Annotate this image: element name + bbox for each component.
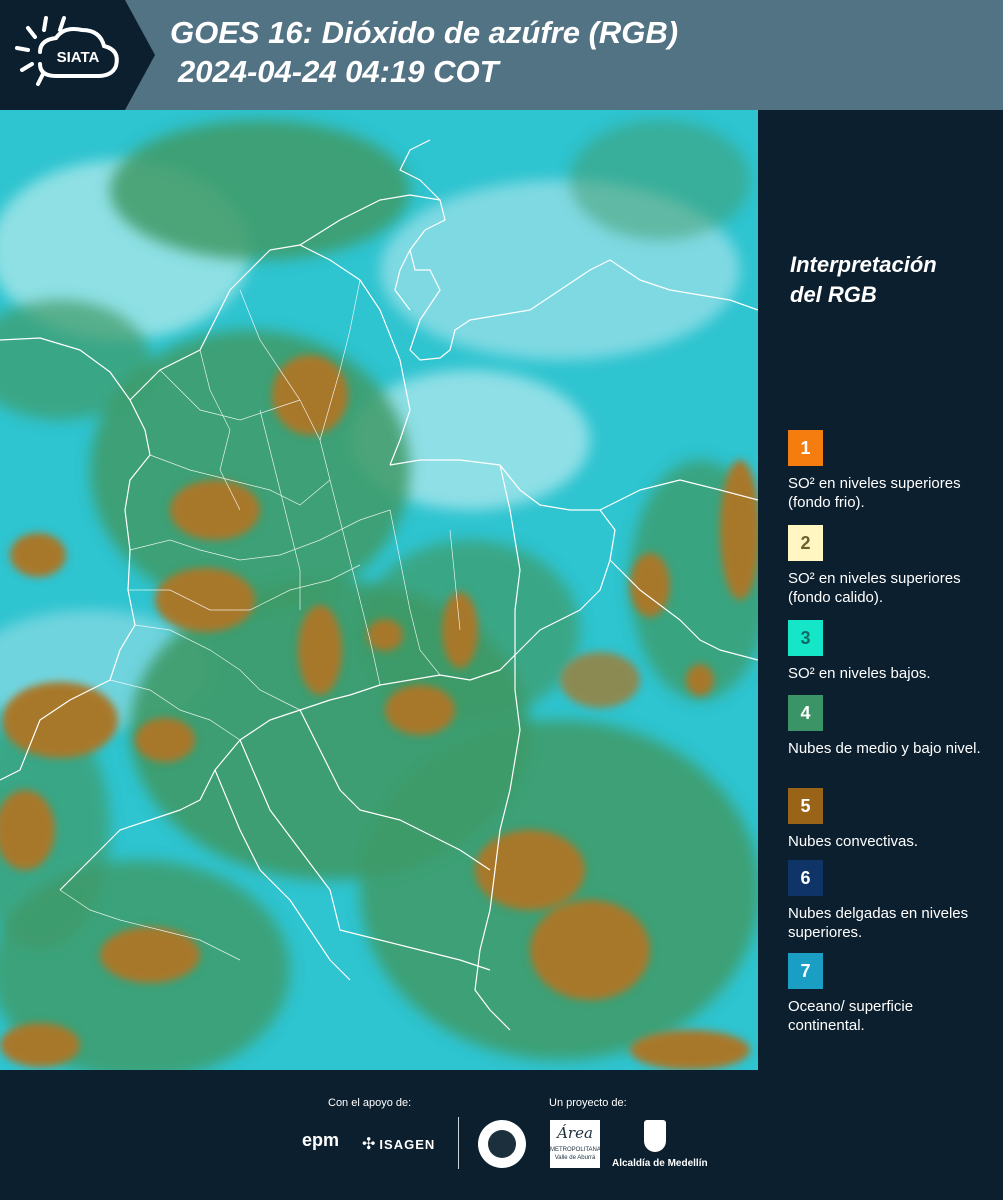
legend-title-line2: del RGB: [790, 282, 877, 307]
isagen-text: ISAGEN: [379, 1136, 436, 1152]
legend-swatch: 7: [788, 953, 823, 989]
area-logo-line2: Valle de Aburrá: [554, 1155, 596, 1161]
legend-description: Nubes de medio y bajo nivel.: [788, 740, 981, 757]
legend-description: SO² en niveles superiores (fondo calido)…: [788, 570, 961, 606]
legend-swatch: 6: [788, 860, 823, 896]
legend-item-7: 7 Oceano/ superficie continental.: [788, 953, 988, 1035]
legend-swatch: 3: [788, 620, 823, 656]
legend-item-1: 1 SO² en niveles superiores (fondo frio).: [788, 430, 988, 512]
legend-item-5: 5 Nubes convectivas.: [788, 788, 988, 851]
legend-title: Interpretación del RGB: [790, 250, 937, 310]
header-bar: SIATA GOES 16: Dióxido de azúfre (RGB) 2…: [0, 0, 1003, 110]
legend-panel: Interpretación del RGB 1 SO² en niveles s…: [760, 110, 1003, 1070]
legend-item-3: 3 SO² en niveles bajos.: [788, 620, 988, 683]
legend-description: Oceano/ superficie continental.: [788, 998, 914, 1034]
support-label: Con el apoyo de:: [328, 1097, 412, 1109]
alcaldia-label: Alcaldía de Medellín: [612, 1158, 708, 1169]
legend-description: Nubes convectivas.: [788, 833, 919, 850]
epm-logo: epm: [302, 1130, 340, 1150]
legend-item-4: 4 Nubes de medio y bajo nivel.: [788, 695, 988, 758]
medellin-seal-icon: [478, 1120, 526, 1168]
page-timestamp: 2024-04-24 04:19 COT: [178, 54, 499, 89]
siata-logo-text: SIATA: [57, 49, 100, 66]
legend-swatch: 4: [788, 695, 823, 731]
page-title: GOES 16: Dióxido de azúfre (RGB): [170, 15, 679, 50]
siata-logo: SIATA: [15, 16, 119, 86]
legend-item-2: 2 SO² en niveles superiores (fondo calido…: [788, 525, 988, 607]
footer: Con el apoyo de: Un proyecto de: epm ✣ I…: [0, 1070, 1003, 1200]
area-metropolitana-logo: Área METROPOLITANA Valle de Aburrá: [550, 1120, 601, 1168]
isagen-icon: ✣: [362, 1136, 376, 1153]
legend-swatch: 5: [788, 788, 823, 824]
legend-description: SO² en niveles superiores (fondo frio).: [788, 475, 961, 511]
project-label: Un proyecto de:: [549, 1097, 627, 1109]
legend-swatch: 1: [788, 430, 823, 466]
legend-description: SO² en niveles bajos.: [788, 665, 931, 682]
legend-item-6: 6 Nubes delgadas en niveles superiores.: [788, 860, 988, 942]
legend-title-line1: Interpretación: [790, 252, 937, 277]
legend-description: Nubes delgadas en niveles superiores.: [788, 905, 969, 941]
area-logo-script: Área: [557, 1124, 593, 1142]
area-logo-line1: METROPOLITANA: [550, 1147, 601, 1153]
isagen-logo: ✣ ISAGEN: [362, 1134, 435, 1154]
legend-swatch: 2: [788, 525, 823, 561]
footer-divider: [458, 1117, 459, 1169]
satellite-image: [0, 110, 758, 1070]
alcaldia-shield-icon: [644, 1120, 666, 1152]
siata-logo-block: SIATA: [0, 0, 155, 110]
satellite-rgb-map: [0, 110, 758, 1070]
